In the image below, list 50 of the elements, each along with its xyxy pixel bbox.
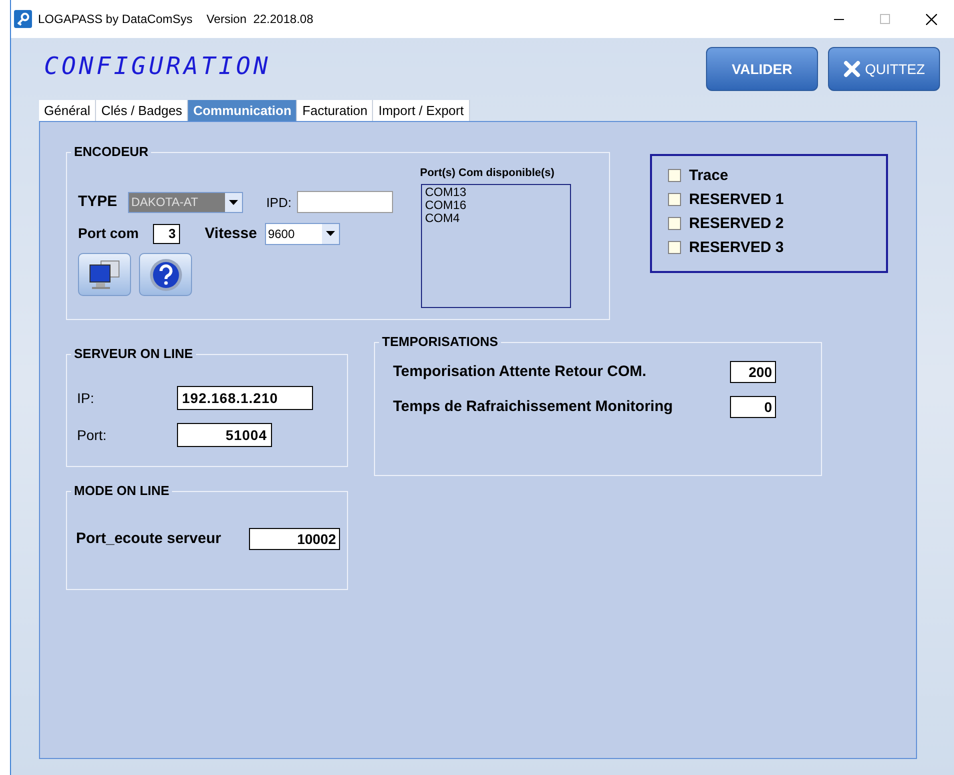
checkbox-label: RESERVED 3 xyxy=(689,238,784,257)
tab[interactable]: Import / Export xyxy=(373,100,470,121)
field-label: IPD: xyxy=(266,194,292,212)
input-field[interactable]: 10002 xyxy=(249,528,340,550)
checkbox-label: Trace xyxy=(689,166,728,185)
key-icon xyxy=(14,10,32,28)
validate-button[interactable]: VALIDER xyxy=(706,47,818,91)
close-icon xyxy=(843,60,862,78)
quit-button[interactable]: QUITTEZ xyxy=(828,47,940,91)
field-label: Vitesse xyxy=(204,224,257,244)
computer-button[interactable] xyxy=(78,253,131,296)
field-label: Port com xyxy=(78,224,139,244)
minimize-icon xyxy=(834,18,844,20)
field-label: IP: xyxy=(77,388,96,408)
computer-icon xyxy=(86,258,122,290)
list-item[interactable]: COM4 xyxy=(425,212,570,224)
close-icon xyxy=(926,14,936,24)
tab[interactable]: Clés / Badges xyxy=(96,100,188,121)
list-item[interactable]: COM13 xyxy=(425,186,570,198)
help-button[interactable] xyxy=(139,253,192,296)
checkbox[interactable] xyxy=(668,241,681,254)
maximize-icon xyxy=(880,14,890,24)
checkbox[interactable] xyxy=(668,169,681,182)
input-field[interactable]: 200 xyxy=(730,361,776,384)
tab[interactable]: Communication xyxy=(188,100,298,121)
input-field[interactable]: 192.168.1.210 xyxy=(177,386,313,410)
speed-dropdown[interactable]: 9600 xyxy=(264,222,340,245)
list-item[interactable]: COM16 xyxy=(425,198,570,212)
port-field[interactable]: 3 xyxy=(152,224,180,244)
checkbox[interactable] xyxy=(668,217,681,230)
tab[interactable]: Facturation xyxy=(297,100,374,121)
ipd-field[interactable] xyxy=(297,191,394,214)
field-label: Port: xyxy=(77,426,108,444)
field-label: Port_ecoute serveur xyxy=(76,529,222,549)
ports-label: Port(s) Com disponible(s) xyxy=(420,166,556,181)
version-label: Version 22.2018.08 xyxy=(206,11,314,28)
field-label: Temporisation Attente Retour COM. xyxy=(393,362,648,382)
help-icon xyxy=(148,258,182,292)
caret-icon xyxy=(229,200,238,205)
caret-icon xyxy=(326,231,335,236)
field-label: Temps de Rafraichissement Monitoring xyxy=(393,396,674,416)
input-field[interactable]: 51004 xyxy=(177,423,272,447)
checkbox[interactable] xyxy=(668,193,681,206)
input-field[interactable]: 0 xyxy=(730,396,776,418)
page-title: CONFIGURATION xyxy=(44,52,271,80)
tab[interactable]: Général xyxy=(39,100,96,121)
checkbox-label: RESERVED 1 xyxy=(689,190,784,209)
checkbox-label: RESERVED 2 xyxy=(689,214,784,233)
window-title: LOGAPASS by DataComSys xyxy=(38,11,192,28)
field-label: TYPE xyxy=(78,192,118,212)
